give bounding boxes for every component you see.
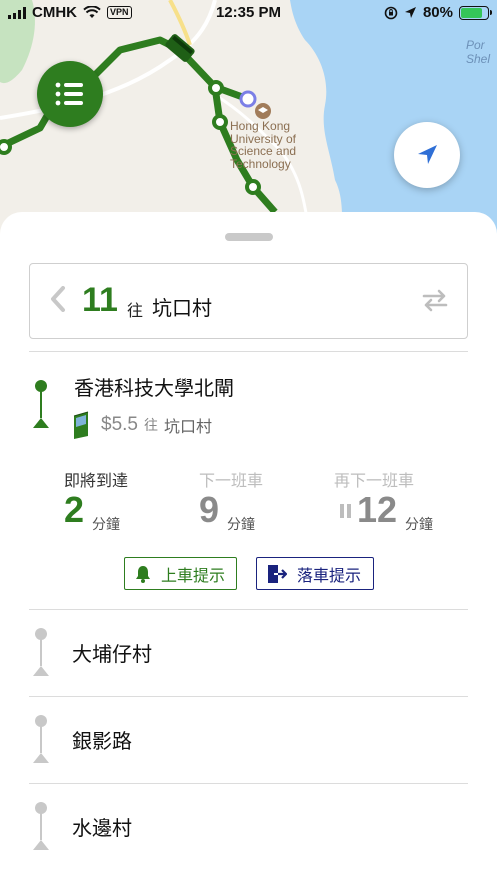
route-number: 11: [82, 281, 118, 319]
route-direction-word: 往: [127, 303, 144, 320]
board-alert-label: 上車提示: [161, 567, 226, 585]
list-item[interactable]: 水邊村: [0, 784, 497, 870]
route-destination: 坑口村: [152, 298, 212, 320]
route-selector: 11 往 坑口村: [29, 263, 468, 339]
eta-label-2: 下一班車: [199, 473, 264, 490]
stop-name: 銀影路: [72, 731, 132, 753]
my-location-button[interactable]: [394, 122, 460, 188]
sheet-drag-handle[interactable]: [225, 233, 273, 241]
port-label: Por Shel: [466, 38, 491, 66]
alight-alert-label: 落車提示: [297, 567, 362, 585]
list-item[interactable]: 銀影路: [0, 697, 497, 783]
stop-marker-icon: [33, 628, 49, 676]
octopus-card-icon: [73, 411, 89, 439]
eta-label-1: 即將到達: [64, 473, 129, 490]
battery-icon: [459, 5, 492, 20]
eta-value-3: 12: [357, 489, 398, 530]
route-list-button[interactable]: [37, 61, 103, 127]
stop-marker-icon: [33, 715, 49, 763]
board-alert-button[interactable]: 上車提示: [124, 557, 237, 590]
eta-unit-3: 分鐘: [405, 516, 433, 532]
fare-destination: 坑口村: [163, 419, 212, 436]
route-detail-sheet: 11 往 坑口村 香港科技大學北閘 $5.5 往 坑口村 即將到達 2 分鐘 下…: [0, 212, 497, 883]
alight-alert-button[interactable]: 落車提示: [256, 557, 374, 590]
scheduled-pause-icon: [340, 504, 351, 518]
swap-direction-icon[interactable]: [422, 288, 448, 312]
navigation-arrow-icon: [418, 145, 437, 164]
eta-unit-1: 分鐘: [92, 516, 120, 532]
divider: [29, 351, 468, 352]
poi-label-hkust: Hong Kong University of Science and Tech…: [230, 119, 297, 171]
current-stop-name: 香港科技大學北閘: [74, 378, 234, 400]
orientation-lock-icon: [384, 6, 398, 19]
stop-marker-icon: [33, 802, 49, 850]
battery-percent: 80%: [422, 4, 453, 21]
current-stop-marker-icon: [33, 380, 49, 428]
fare-amount: $5.5: [101, 414, 138, 435]
list-item[interactable]: 大埔仔村: [0, 610, 497, 696]
fare-info: $5.5 往 坑口村: [70, 410, 212, 440]
chevron-left-icon[interactable]: [50, 286, 66, 312]
location-arrow-icon: [404, 7, 416, 18]
eta-value-2: 9: [199, 489, 220, 530]
stop-name: 水邊村: [72, 818, 132, 840]
eta-value-1: 2: [64, 489, 85, 530]
list-icon: [55, 82, 83, 106]
eta-label-3: 再下一班車: [334, 473, 415, 490]
fare-direction-word: 往: [143, 417, 158, 433]
status-bar: CMHK VPN 12:35 PM 80%: [0, 0, 497, 26]
stop-name: 大埔仔村: [72, 644, 152, 666]
bell-icon: [136, 565, 150, 583]
exit-door-icon: [268, 564, 287, 583]
eta-unit-2: 分鐘: [227, 516, 255, 532]
